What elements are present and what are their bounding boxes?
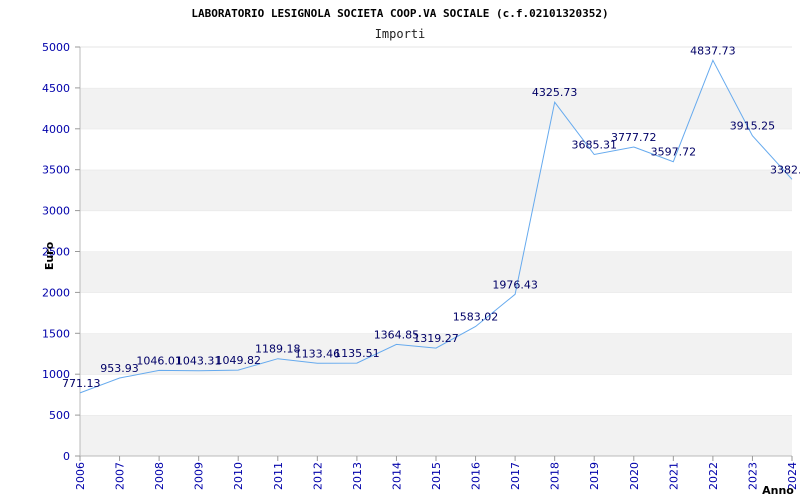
x-tick-label: 2007 [114,462,127,490]
x-tick-label: 2010 [232,462,245,490]
grid-band [80,169,792,211]
x-tick-label: 2023 [746,462,759,490]
x-tick-label: 2006 [74,462,87,490]
y-tick-label: 500 [49,409,70,422]
x-tick-label: 2013 [351,462,364,490]
grid-band [80,210,792,252]
x-tick-label: 2012 [311,462,324,490]
x-tick-label: 2017 [509,462,522,490]
x-tick-label: 2014 [390,462,403,490]
x-tick-label: 2016 [470,462,483,490]
x-ticks: 2006 2007 2008 2009 2010 2011 2012 2013 2014 2015… [74,456,799,490]
y-tick-label: 4500 [42,82,70,95]
plot-bands [80,46,792,456]
chart-subtitle: Importi [375,27,426,41]
data-label: 3777.72 [611,131,657,144]
data-label: 771.13 [62,377,101,390]
y-tick-label: 5000 [42,41,70,54]
x-tick-label: 2022 [707,462,720,490]
x-tick-label: 2008 [153,462,166,490]
x-tick-label: 2020 [628,462,641,490]
y-tick-label: 3500 [42,164,70,177]
data-label: 1049.82 [215,354,261,367]
y-tick-label: 3000 [42,205,70,218]
data-label: 4837.73 [690,44,736,57]
x-tick-label: 2021 [667,462,680,490]
data-label: 1976.43 [492,278,538,291]
data-label: 3915.25 [730,120,776,133]
chart-title: LABORATORIO LESIGNOLA SOCIETA COOP.VA SO… [191,7,608,20]
y-axis-label: Euro [43,241,56,270]
data-label: 3382.9 [770,163,800,176]
y-tick-label: 1500 [42,327,70,340]
data-label: 1583.02 [453,311,499,324]
grid-band [80,415,792,456]
grid-band [80,251,792,293]
data-label: 4325.73 [532,86,578,99]
grid-band [80,292,792,334]
x-axis-label: Anno [762,484,794,497]
data-label: 1135.51 [334,347,380,360]
x-tick-label: 2015 [430,462,443,490]
grid-band [80,47,792,88]
x-tick-label: 2011 [272,462,285,490]
data-label: 953.93 [100,362,139,375]
y-tick-label: 4000 [42,123,70,136]
x-tick-label: 2018 [549,462,562,490]
grid-band [80,87,792,129]
data-label: 3597.72 [651,146,697,159]
data-label: 1319.27 [413,332,459,345]
y-tick-label: 2000 [42,286,70,299]
grid-band [80,374,792,416]
x-tick-label: 2019 [588,462,601,490]
y-tick-label: 0 [63,450,70,463]
line-chart: 0500100015002000250030003500400045005000… [42,7,800,497]
x-tick-label: 2009 [193,462,206,490]
